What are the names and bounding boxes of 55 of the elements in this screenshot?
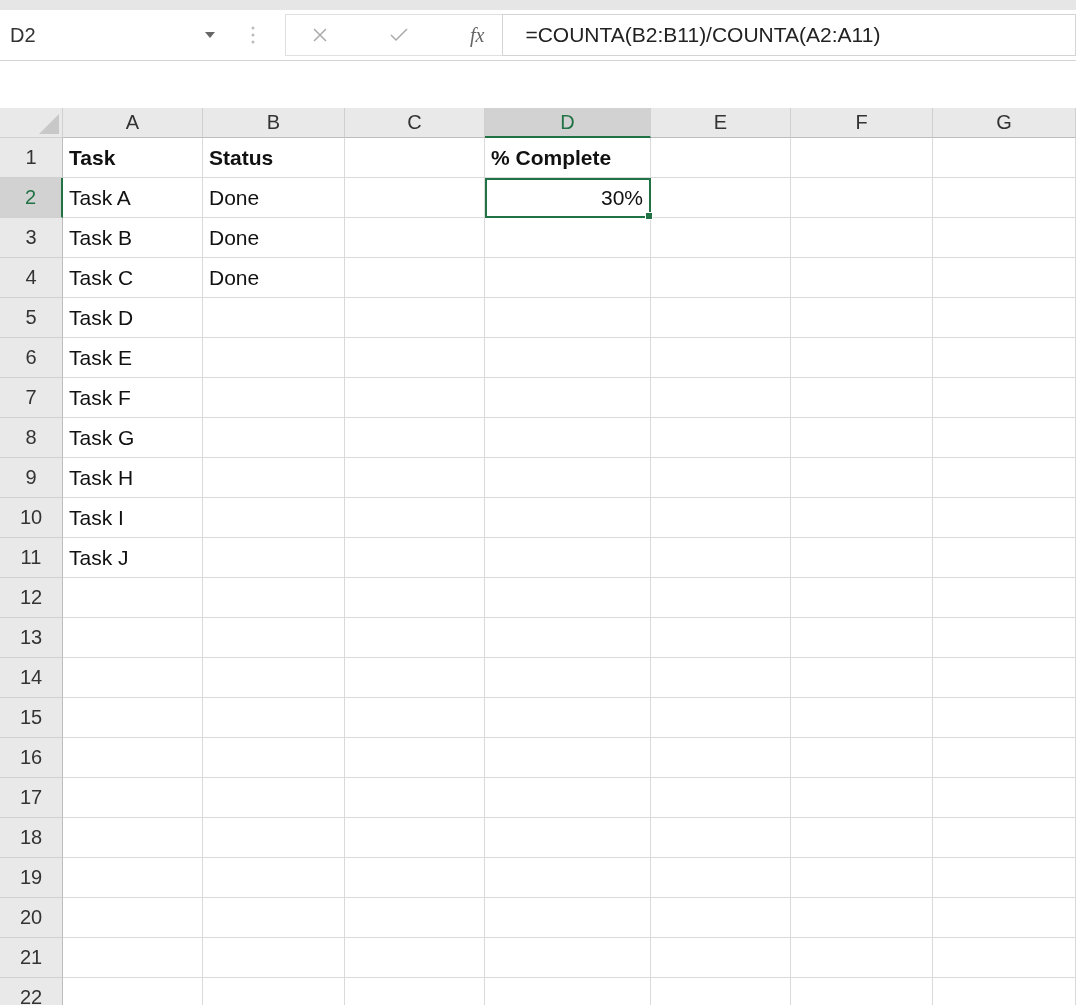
row-header[interactable]: 6 [0, 338, 63, 378]
select-all-icon[interactable] [39, 114, 59, 134]
row-header[interactable]: 12 [0, 578, 63, 618]
row-header[interactable]: 1 [0, 138, 63, 178]
table-cell-text: Task I [68, 505, 125, 531]
column-header[interactable]: F [791, 108, 933, 138]
table-cell: 30% [485, 178, 651, 218]
row-header[interactable]: 19 [0, 858, 63, 898]
row-header[interactable]: 18 [0, 818, 63, 858]
insert-function-button[interactable]: fx [470, 23, 485, 47]
fill-handle[interactable] [645, 212, 653, 220]
row-header[interactable]: 11 [0, 538, 63, 578]
row-header[interactable]: 22 [0, 978, 63, 1005]
row-header[interactable]: 21 [0, 938, 63, 978]
table-cell-text: Task D [68, 305, 135, 331]
row-header[interactable]: 4 [0, 258, 63, 298]
table-cell-text: Done [208, 225, 261, 251]
row-header[interactable]: 20 [0, 898, 63, 938]
column-header[interactable]: G [933, 108, 1076, 138]
table-cell-text: Done [208, 185, 261, 211]
column-header[interactable]: A [63, 108, 203, 138]
row-header[interactable]: 7 [0, 378, 63, 418]
table-cell-text: Task B [68, 225, 134, 251]
table-cell-text: Done [208, 265, 261, 291]
formula-field[interactable]: =COUNTA(B2:B11)/COUNTA(A2:A11) [502, 14, 1076, 56]
row-header[interactable]: 14 [0, 658, 63, 698]
grip-dots-icon [251, 26, 255, 44]
table-cell-text: Task E [68, 345, 134, 371]
row-header[interactable]: 15 [0, 698, 63, 738]
table-cell-text: Task C [68, 265, 135, 291]
table-cell-text: Status [208, 145, 275, 171]
column-header[interactable]: B [203, 108, 345, 138]
column-header[interactable]: E [651, 108, 791, 138]
row-header[interactable]: 16 [0, 738, 63, 778]
table-cell-text: Task H [68, 465, 135, 491]
table-cell-text: % Complete [490, 145, 613, 171]
table-cell-text: Task J [68, 545, 130, 571]
row-header[interactable]: 10 [0, 498, 63, 538]
table-cell-text: Task F [68, 385, 132, 411]
row-header[interactable]: 8 [0, 418, 63, 458]
row-header[interactable]: 17 [0, 778, 63, 818]
row-header[interactable]: 3 [0, 218, 63, 258]
cancel-icon[interactable] [312, 27, 328, 43]
name-box[interactable]: D2 [0, 23, 205, 47]
row-header[interactable]: 13 [0, 618, 63, 658]
table-cell-text: Task G [68, 425, 136, 451]
row-header[interactable]: 9 [0, 458, 63, 498]
column-header[interactable]: D [485, 108, 651, 138]
table-cell-text: Task A [68, 185, 132, 211]
column-header[interactable]: C [345, 108, 485, 138]
row-header[interactable]: 2 [0, 178, 63, 218]
table-cell-text: Task [68, 145, 117, 171]
row-header[interactable]: 5 [0, 298, 63, 338]
caret-icon[interactable] [205, 32, 215, 38]
check-icon[interactable] [390, 28, 408, 42]
